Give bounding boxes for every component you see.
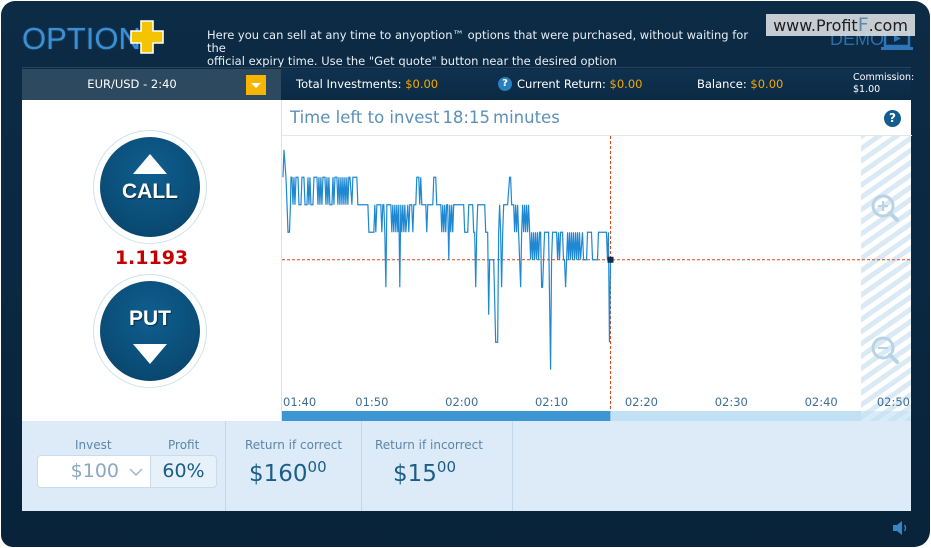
app-frame: OPTION Here you can sell at any time to … — [1, 1, 930, 547]
total-investments-value: $0.00 — [405, 77, 439, 91]
chevron-down-icon — [251, 83, 261, 88]
chart-title-suffix: minutes — [493, 108, 560, 127]
commission-label: Commission: — [853, 72, 915, 83]
balance-value: $0.00 — [750, 77, 784, 91]
return-correct-main: $160 — [249, 461, 308, 487]
profit-label: Profit — [168, 438, 200, 452]
x-tick-label: 02:30 — [715, 395, 748, 409]
balance: Balance: $0.00 — [697, 69, 783, 100]
profit-percent: 60% — [151, 455, 217, 488]
arrow-up-icon — [133, 154, 167, 174]
put-label: PUT — [129, 307, 171, 330]
return-correct-cents: 00 — [307, 458, 327, 476]
account-stats-bar: Total Investments: $0.00 ? Current Return… — [281, 69, 914, 100]
put-button[interactable]: PUT — [93, 274, 207, 388]
invest-amount-select[interactable]: $100 — [37, 455, 151, 488]
current-point-marker — [607, 256, 614, 263]
arrow-down-icon — [133, 344, 167, 364]
x-tick-label: 01:40 — [283, 395, 316, 409]
x-tick-label: 02:00 — [445, 395, 478, 409]
return-correct-amount: $16000 — [249, 458, 327, 487]
header-divider — [22, 67, 911, 68]
chart-title-prefix: Time left to invest — [290, 108, 440, 127]
progress-closed-zone — [861, 411, 911, 421]
balance-label: Balance: — [697, 77, 747, 91]
x-tick-label: 02:50 — [877, 395, 910, 409]
return-incorrect-label: Return if incorrect — [375, 438, 483, 452]
watermark-f: F — [857, 14, 869, 36]
watermark-suffix: .com — [868, 16, 908, 35]
time-left-value: 18:15 — [442, 108, 490, 127]
asset-label: EUR/USD - 2:40 — [87, 77, 177, 91]
section-divider — [225, 421, 226, 511]
section-divider — [512, 421, 513, 511]
commission: Commission: $1.00 — [853, 72, 914, 96]
current-return-label: Current Return: — [517, 77, 606, 91]
x-tick-label: 02:20 — [625, 395, 658, 409]
watermark: www.ProfitF.com — [766, 14, 915, 36]
chart-help-icon[interactable]: ? — [884, 110, 901, 127]
closed-zone-hatch — [861, 136, 911, 411]
speaker-icon[interactable] — [892, 520, 910, 536]
x-tick-label: 02:10 — [535, 395, 568, 409]
investment-panel: Invest Profit $100 60% Return if correct… — [22, 421, 911, 511]
total-investments-label: Total Investments: — [296, 77, 402, 91]
return-incorrect-amount: $1500 — [393, 458, 456, 487]
chart-title: Time left to invest 18:15 minutes — [290, 108, 560, 127]
current-price: 1.1193 — [114, 247, 189, 269]
x-tick-label: 02:40 — [805, 395, 838, 409]
current-return: ? Current Return: $0.00 — [498, 69, 642, 100]
return-incorrect-main: $15 — [393, 461, 437, 487]
current-return-value: $0.00 — [609, 77, 643, 91]
call-button-face: CALL — [100, 137, 200, 237]
logo-text: OPTION — [22, 21, 141, 56]
return-correct-label: Return if correct — [245, 438, 343, 452]
help-icon[interactable]: ? — [498, 76, 512, 91]
invest-amount-value: $100 — [70, 460, 119, 482]
x-tick-label: 01:50 — [355, 395, 388, 409]
call-label: CALL — [122, 180, 178, 203]
chart-panel: Time left to invest 18:15 minutes ? 01:4… — [281, 100, 912, 421]
total-investments: Total Investments: $0.00 — [296, 69, 438, 100]
chevron-down-icon — [129, 468, 143, 476]
put-button-face: PUT — [100, 281, 200, 381]
trade-panel: CALL 1.1193 PUT — [22, 100, 281, 421]
watermark-prefix: www.Profit — [773, 16, 858, 35]
asset-selector[interactable]: EUR/USD - 2:40 — [22, 69, 281, 100]
plus-icon — [130, 20, 164, 54]
commission-value: $1.00 — [853, 84, 881, 95]
asset-dropdown-button[interactable] — [246, 75, 266, 95]
header-info-text: Here you can sell at any time to anyopti… — [207, 29, 767, 68]
price-chart[interactable]: 01:40 01:50 02:00 02:10 02:20 02:30 02:40 02:50 — [282, 136, 911, 421]
time-progress-elapsed — [282, 411, 611, 421]
invest-label: Invest — [75, 438, 112, 452]
section-divider — [361, 421, 362, 511]
return-incorrect-cents: 00 — [436, 458, 456, 476]
header-info-line-1: Here you can sell at any time to anyopti… — [207, 28, 749, 55]
call-button[interactable]: CALL — [93, 130, 207, 244]
